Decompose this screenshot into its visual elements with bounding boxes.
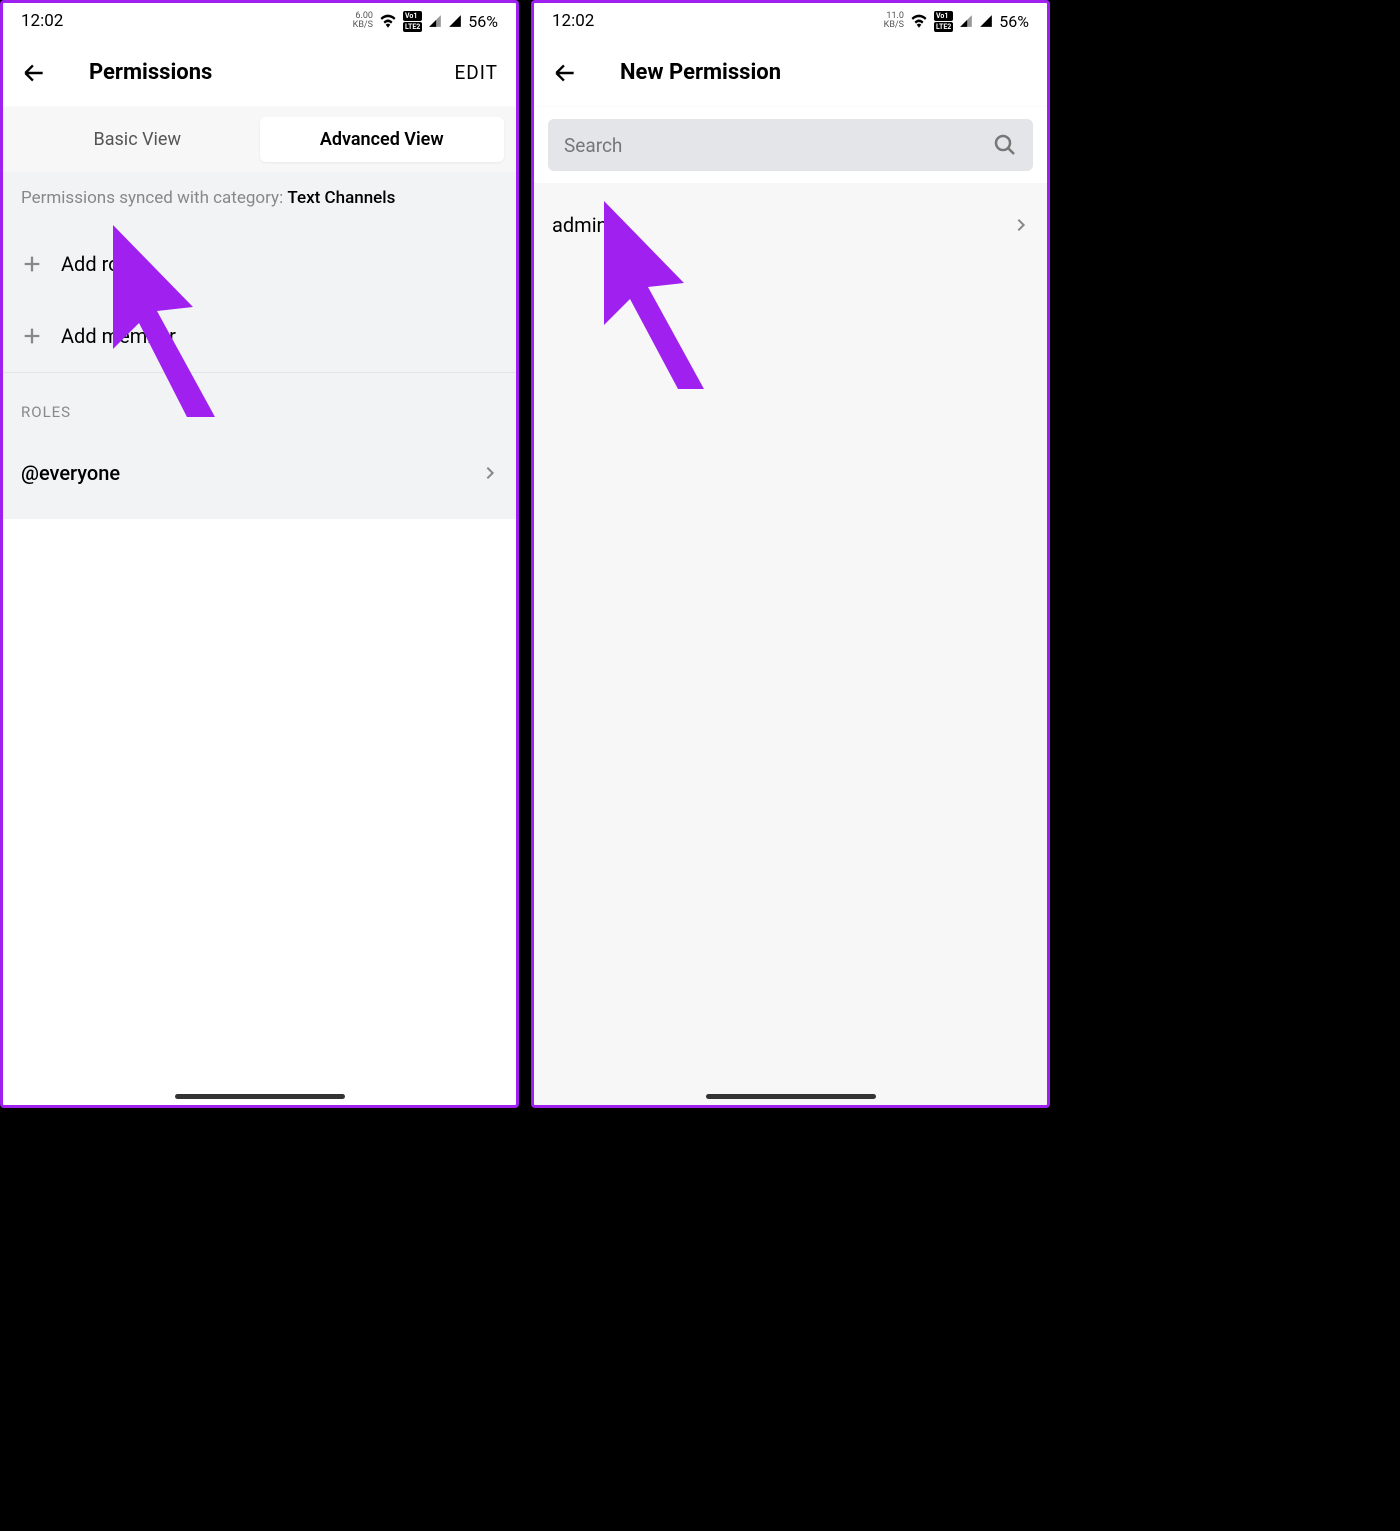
permission-item-admin[interactable]: admin [534, 183, 1047, 267]
header: Permissions EDIT [3, 39, 516, 107]
chevron-right-icon [482, 465, 498, 481]
edit-button[interactable]: EDIT [454, 61, 498, 84]
plus-icon [21, 253, 61, 275]
network-speed: 6.00 KB/S [353, 12, 373, 30]
role-row-everyone[interactable]: @everyone [3, 439, 516, 519]
signal-icon-1 [428, 14, 442, 28]
back-icon[interactable] [552, 60, 592, 86]
nav-handle [706, 1094, 876, 1099]
signal-icon-1 [959, 14, 973, 28]
sync-banner: Permissions synced with category: Text C… [3, 172, 516, 228]
status-indicators: 6.00 KB/S Vo1 LTE2 56% [353, 11, 498, 32]
nav-handle [175, 1094, 345, 1099]
roles-section-label: ROLES [3, 372, 516, 439]
status-time: 12:02 [552, 11, 594, 31]
wifi-icon [910, 14, 928, 28]
role-name: @everyone [21, 461, 120, 485]
add-role-label: Add role [61, 252, 135, 276]
add-member-label: Add member [61, 324, 176, 348]
phone-left: 12:02 6.00 KB/S Vo1 LTE2 56% [0, 0, 519, 1108]
add-member-button[interactable]: Add member [3, 300, 516, 372]
search-icon [993, 133, 1017, 157]
lte-badges: Vo1 LTE2 [403, 11, 422, 32]
signal-icon-2 [979, 14, 993, 28]
add-section: Add role Add member [3, 228, 516, 372]
phone-right: 12:02 11.0 KB/S Vo1 LTE2 56% [531, 0, 1050, 1108]
search-input[interactable]: Search [548, 119, 1033, 171]
permission-list: admin [534, 183, 1047, 1105]
search-placeholder: Search [564, 134, 622, 157]
wifi-icon [379, 14, 397, 28]
status-bar: 12:02 6.00 KB/S Vo1 LTE2 56% [3, 3, 516, 39]
add-role-button[interactable]: Add role [3, 228, 516, 300]
status-indicators: 11.0 KB/S Vo1 LTE2 56% [884, 11, 1029, 32]
plus-icon [21, 325, 61, 347]
view-tabs: Basic View Advanced View [3, 107, 516, 172]
battery-percent: 56% [999, 12, 1029, 31]
tab-advanced-view[interactable]: Advanced View [260, 117, 505, 162]
header: New Permission [534, 39, 1047, 107]
chevron-right-icon [1013, 217, 1029, 233]
battery-percent: 56% [468, 12, 498, 31]
signal-icon-2 [448, 14, 462, 28]
page-title: New Permission [620, 60, 1029, 85]
lte-badges: Vo1 LTE2 [934, 11, 953, 32]
permission-name: admin [552, 213, 608, 237]
status-time: 12:02 [21, 11, 63, 31]
search-container: Search [534, 107, 1047, 183]
back-icon[interactable] [21, 60, 61, 86]
page-title: Permissions [89, 60, 454, 85]
sync-category-name: Text Channels [287, 188, 395, 208]
status-bar: 12:02 11.0 KB/S Vo1 LTE2 56% [534, 3, 1047, 39]
tab-basic-view[interactable]: Basic View [15, 117, 260, 162]
network-speed: 11.0 KB/S [884, 12, 904, 30]
